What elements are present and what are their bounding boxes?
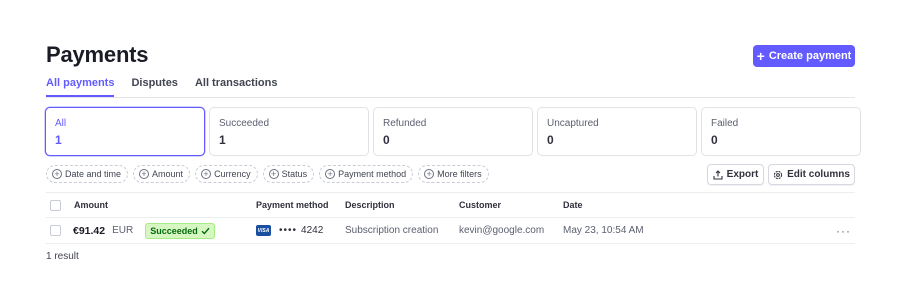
card-masked-digits: •••• — [279, 225, 298, 236]
payments-table: Amount Payment method Description Custom… — [46, 192, 855, 244]
plus-circle-icon: + — [139, 169, 150, 179]
row-checkbox[interactable] — [50, 225, 61, 236]
filter-label: Payment method — [338, 169, 407, 179]
column-header-payment-method[interactable]: Payment method — [256, 193, 329, 217]
filter-more-filters[interactable]: + More filters — [418, 165, 489, 183]
amount-cell: €91.42 EUR Succeeded — [73, 218, 215, 243]
filter-status[interactable]: + Status — [262, 165, 315, 183]
filter-label: Date and time — [65, 169, 122, 179]
export-label: Export — [726, 169, 759, 180]
amount-value: €91.42 — [73, 224, 106, 237]
select-all-checkbox[interactable] — [50, 199, 61, 211]
plus-circle-icon: + — [325, 169, 336, 179]
status-card-label: Failed — [711, 118, 739, 129]
status-card-count: 1 — [219, 133, 226, 147]
status-card-label: All — [55, 118, 67, 129]
filter-label: Status — [281, 169, 308, 179]
status-card-count: 0 — [383, 133, 390, 147]
date-cell: May 23, 10:54 AM — [563, 225, 644, 236]
status-card-count: 1 — [55, 133, 62, 147]
column-header-date[interactable]: Date — [563, 193, 583, 217]
page-title: Payments — [46, 42, 149, 67]
filter-amount[interactable]: + Amount — [133, 165, 191, 183]
description-cell: Subscription creation — [345, 225, 439, 236]
currency-code: EUR — [112, 225, 134, 236]
status-badge: Succeeded — [145, 222, 215, 239]
filter-label: Amount — [152, 169, 184, 179]
card-last4: 4242 — [301, 225, 324, 236]
row-actions-cell: ··· — [836, 218, 851, 243]
result-count: 1 result — [46, 251, 79, 262]
plus-circle-icon: + — [268, 169, 279, 179]
customer-cell[interactable]: kevin@google.com — [459, 218, 544, 243]
select-all-cell — [50, 193, 61, 217]
status-cards: All 1 Succeeded 1 Refunded 0 Uncaptured … — [45, 107, 861, 156]
status-card-failed[interactable]: Failed 0 — [701, 107, 861, 156]
status-card-all[interactable]: All 1 — [45, 107, 205, 156]
edit-columns-button[interactable]: Edit columns — [768, 164, 855, 185]
column-header-description[interactable]: Description — [345, 193, 395, 217]
export-icon — [713, 169, 723, 180]
tab-bar: All payments Disputes All transactions — [46, 77, 855, 98]
filter-date-and-time[interactable]: + Date and time — [46, 165, 129, 183]
column-header-customer[interactable]: Customer — [459, 193, 501, 217]
row-select-cell — [50, 218, 61, 243]
status-card-succeeded[interactable]: Succeeded 1 — [209, 107, 369, 156]
checkmark-icon — [201, 227, 210, 235]
more-actions-icon[interactable]: ··· — [836, 224, 851, 238]
filter-label: More filters — [437, 169, 482, 179]
create-payment-label: Create payment — [768, 50, 852, 62]
status-label: Succeeded — [150, 225, 198, 236]
table-row[interactable]: €91.42 EUR Succeeded VISA •••• 4242 Subs… — [46, 218, 855, 244]
gear-icon — [773, 170, 783, 179]
tab-all-payments[interactable]: All payments — [46, 77, 115, 97]
filter-label: Currency — [214, 169, 251, 179]
table-header: Amount Payment method Description Custom… — [46, 192, 855, 218]
tab-disputes[interactable]: Disputes — [131, 77, 177, 97]
filter-currency[interactable]: + Currency — [195, 165, 258, 183]
status-card-count: 0 — [547, 133, 554, 147]
status-card-uncaptured[interactable]: Uncaptured 0 — [537, 107, 697, 156]
status-card-label: Uncaptured — [547, 118, 599, 129]
create-payment-button[interactable]: + Create payment — [753, 45, 855, 67]
status-card-refunded[interactable]: Refunded 0 — [373, 107, 533, 156]
filter-bar: + Date and time + Amount + Currency + St… — [46, 165, 489, 183]
edit-columns-label: Edit columns — [787, 169, 850, 180]
plus-circle-icon: + — [201, 169, 212, 179]
plus-circle-icon: + — [424, 169, 435, 179]
column-header-amount[interactable]: Amount — [74, 193, 108, 217]
visa-card-icon: VISA — [256, 225, 271, 236]
status-card-label: Refunded — [383, 118, 427, 129]
export-button[interactable]: Export — [707, 164, 764, 185]
tab-all-transactions[interactable]: All transactions — [195, 77, 278, 97]
status-card-count: 0 — [711, 133, 718, 147]
plus-icon: + — [756, 48, 765, 64]
filter-payment-method[interactable]: + Payment method — [319, 165, 414, 183]
plus-circle-icon: + — [52, 169, 62, 179]
payment-method-cell: VISA •••• 4242 — [256, 218, 323, 243]
status-card-label: Succeeded — [219, 118, 270, 129]
